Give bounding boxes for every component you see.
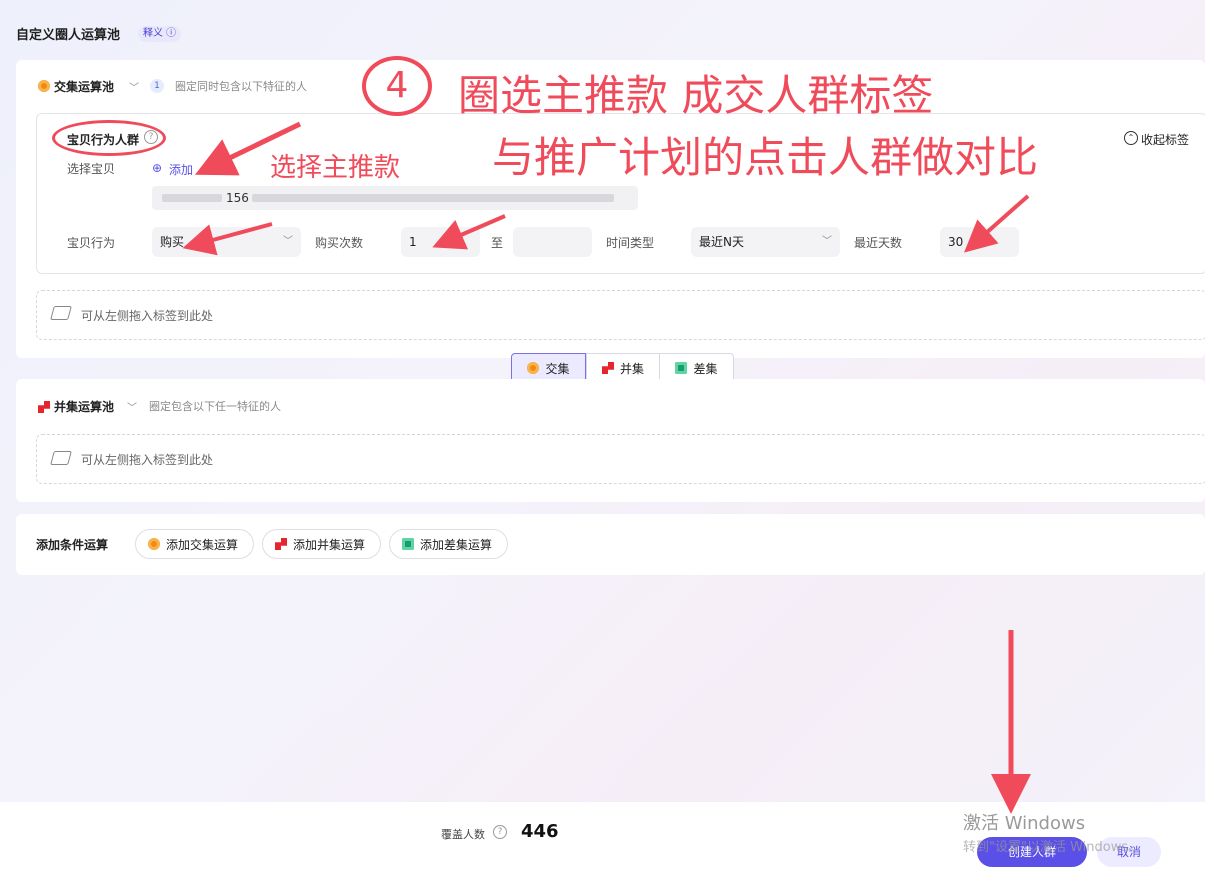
annotation-arrows: [182, 121, 1031, 814]
arrow-to-days: [964, 194, 1030, 253]
arrow-to-add: [194, 121, 302, 176]
arrow-to-count: [432, 214, 506, 250]
arrow-to-behavior: [182, 222, 273, 256]
